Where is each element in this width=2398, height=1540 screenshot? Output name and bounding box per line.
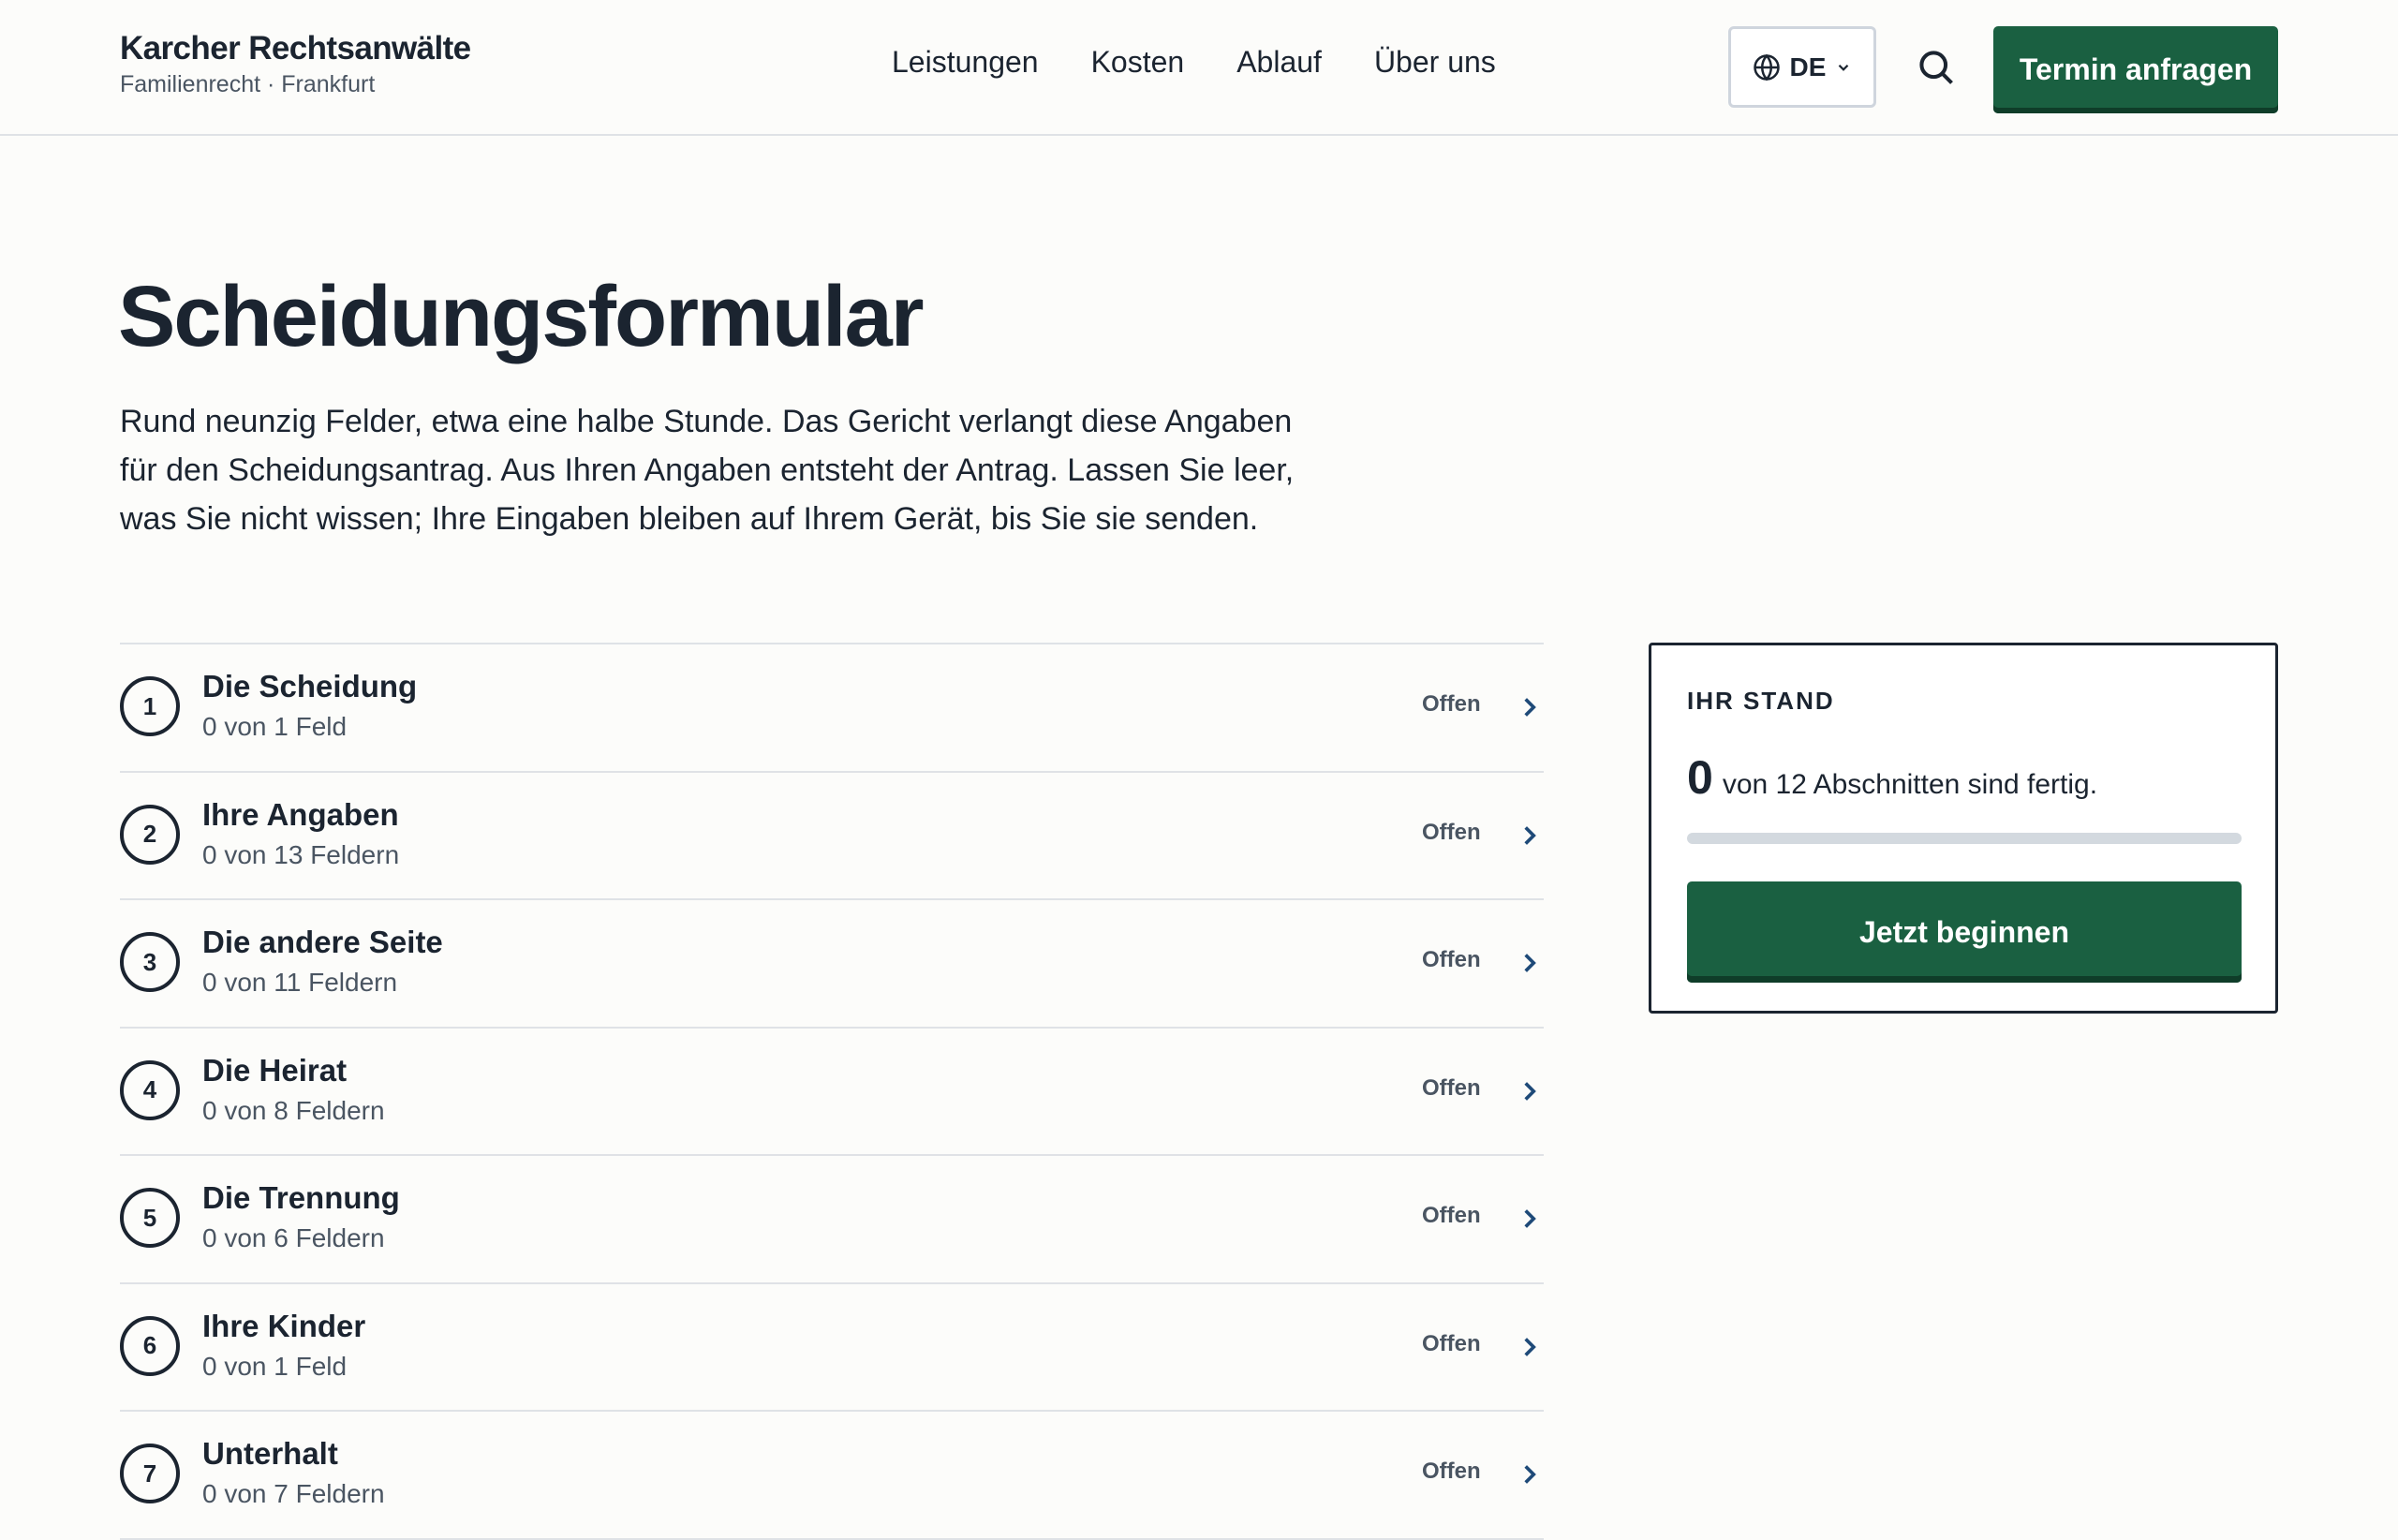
- section-field-count: 0 von 1 Feld: [202, 1351, 348, 1381]
- section-status: Offen: [1422, 1203, 1481, 1228]
- section-row-kinder[interactable]: 6 Ihre Kinder 0 von 1 Feld Offen: [120, 1284, 1544, 1412]
- progress-text: von 12 Abschnitten sind fertig.: [1722, 769, 2098, 800]
- chevron-down-icon: [1839, 64, 1849, 71]
- section-title: Ihre Angaben: [202, 796, 399, 832]
- section-field-count: 0 von 7 Feldern: [202, 1479, 385, 1508]
- chevron-right-icon: [1524, 1337, 1536, 1356]
- brand-subtitle: Familienrecht · Frankfurt: [120, 71, 376, 97]
- nav-kosten[interactable]: Kosten: [1091, 45, 1185, 80]
- section-number: 6: [120, 1315, 180, 1376]
- completed-count: 0: [1687, 751, 1713, 804]
- brand[interactable]: Karcher Rechtsanwälte Familienrecht · Fr…: [120, 30, 471, 98]
- section-number: 4: [120, 1059, 180, 1120]
- section-status: Offen: [1422, 691, 1481, 717]
- nav-leistungen[interactable]: Leistungen: [892, 45, 1039, 80]
- globe-icon: [1753, 53, 1780, 81]
- chevron-right-icon: [1524, 1081, 1536, 1101]
- section-field-count: 0 von 6 Feldern: [202, 1223, 385, 1252]
- section-row-andere-seite[interactable]: 3 Die andere Seite 0 von 11 Feldern Offe…: [120, 900, 1544, 1029]
- page-title: Scheidungsformular: [118, 269, 925, 364]
- site-header: Karcher Rechtsanwälte Familienrecht · Fr…: [0, 0, 2398, 136]
- section-number: 2: [120, 804, 180, 865]
- intro-text: Rund neunzig Felder, etwa eine halbe Stu…: [120, 404, 1295, 537]
- start-now-button[interactable]: Jetzt beginnen: [1687, 881, 2242, 983]
- main-nav: Leistungen Kosten Ablauf Über uns: [892, 45, 1496, 80]
- appointment-request-button[interactable]: Termin anfragen: [1993, 26, 2278, 113]
- section-title: Die Trennung: [202, 1180, 400, 1215]
- section-row-unterhalt[interactable]: 7 Unterhalt 0 von 7 Feldern Offen: [120, 1412, 1544, 1540]
- chevron-right-icon: [1524, 698, 1536, 717]
- search-icon: [1919, 51, 1953, 84]
- section-list: 1 Die Scheidung 0 von 1 Feld Offen 2 Ihr…: [120, 643, 1544, 1540]
- section-status: Offen: [1422, 819, 1481, 845]
- progress-summary: 0 von 12 Abschnitten sind fertig.: [1687, 750, 2097, 805]
- chevron-right-icon: [1524, 954, 1536, 972]
- language-select[interactable]: DE: [1728, 26, 1876, 108]
- chevron-right-icon: [1524, 1465, 1536, 1484]
- section-title: Die Heirat: [202, 1052, 348, 1088]
- section-field-count: 0 von 8 Feldern: [202, 1095, 385, 1125]
- section-field-count: 0 von 13 Feldern: [202, 839, 400, 869]
- nav-ueber-uns[interactable]: Über uns: [1374, 45, 1496, 80]
- chevron-right-icon: [1524, 825, 1536, 845]
- search-button[interactable]: [1916, 47, 1957, 88]
- progress-bar: [1687, 833, 2242, 844]
- section-field-count: 0 von 11 Feldern: [202, 968, 398, 997]
- section-row-trennung[interactable]: 5 Die Trennung 0 von 6 Feldern Offen: [120, 1156, 1544, 1284]
- section-title: Unterhalt: [202, 1436, 338, 1471]
- section-status: Offen: [1422, 947, 1481, 972]
- section-title: Die andere Seite: [202, 925, 443, 959]
- section-status: Offen: [1422, 1459, 1481, 1484]
- nav-ablauf[interactable]: Ablauf: [1236, 45, 1322, 80]
- section-row-scheidung[interactable]: 1 Die Scheidung 0 von 1 Feld Offen: [120, 644, 1544, 773]
- section-status: Offen: [1422, 1330, 1481, 1356]
- section-row-ihre-angaben[interactable]: 2 Ihre Angaben 0 von 13 Feldern Offen: [120, 773, 1544, 900]
- section-title: Die Scheidung: [202, 669, 418, 703]
- section-number: 3: [120, 932, 180, 992]
- section-status: Offen: [1422, 1074, 1481, 1101]
- section-title: Ihre Kinder: [202, 1308, 366, 1343]
- section-row-heirat[interactable]: 4 Die Heirat 0 von 8 Feldern Offen: [120, 1029, 1544, 1156]
- progress-card-label: IHR STAND: [1687, 687, 1835, 715]
- section-number: 1: [120, 676, 180, 736]
- progress-card: IHR STAND 0 von 12 Abschnitten sind fert…: [1649, 643, 2278, 1014]
- section-field-count: 0 von 1 Feld: [202, 712, 348, 741]
- language-code: DE: [1789, 52, 1827, 81]
- section-number: 7: [120, 1444, 180, 1503]
- brand-name: Karcher Rechtsanwälte: [120, 30, 471, 67]
- section-number: 5: [120, 1188, 180, 1248]
- chevron-right-icon: [1524, 1209, 1536, 1228]
